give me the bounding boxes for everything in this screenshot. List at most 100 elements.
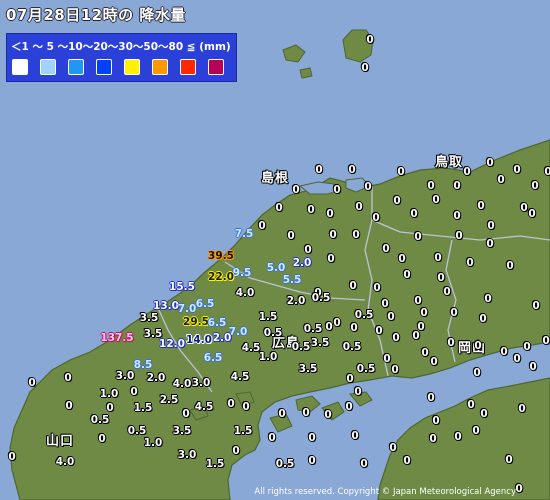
rainfall-value: 1.0 [258, 350, 278, 363]
legend-swatch [40, 59, 56, 75]
rainfall-value: 0 [544, 165, 550, 178]
rainfall-value: 6.5 [203, 351, 223, 364]
rainfall-value: 0.5 [275, 457, 295, 470]
legend-swatch [208, 59, 224, 75]
rainfall-value: 0 [345, 400, 353, 413]
rainfall-value: 0 [349, 279, 357, 292]
rainfall-value: 0 [324, 408, 332, 421]
rainfall-value: 3.5 [139, 311, 159, 324]
rainfall-value: 0 [480, 407, 488, 420]
rainfall-value: 0 [351, 429, 359, 442]
rainfall-value: 0 [372, 211, 380, 224]
rainfall-value: 0 [427, 179, 435, 192]
rainfall-value: 0 [308, 431, 316, 444]
rainfall-value: 0 [304, 243, 312, 256]
rainfall-value: 0 [232, 444, 240, 457]
rainfall-value: 15.5 [169, 280, 195, 293]
rainfall-value: 0 [381, 297, 389, 310]
rainfall-value: 0 [454, 430, 462, 443]
rainfall-value: 2.0 [286, 294, 306, 307]
rainfall-value: 0 [397, 165, 405, 178]
rainfall-value: 0 [477, 199, 485, 212]
rainfall-value: 0 [520, 201, 528, 214]
rainfall-value: 29.5 [183, 315, 209, 328]
rainfall-value: 0 [315, 163, 323, 176]
rainfall-value: 0 [472, 424, 480, 437]
rainfall-value: 1.5 [133, 401, 153, 414]
rainfall-value: 0 [523, 340, 531, 353]
rainfall-value: 0 [450, 306, 458, 319]
rainfall-value: 0 [387, 310, 395, 323]
rainfall-value: 0 [327, 252, 335, 265]
rainfall-value: 3.5 [298, 362, 318, 375]
rainfall-value: 0 [484, 292, 492, 305]
rainfall-value: 0 [479, 312, 487, 325]
rainfall-value: 0 [398, 252, 406, 265]
rainfall-value: 0 [360, 457, 368, 470]
rainfall-value: 0 [487, 219, 495, 232]
rainfall-value: 0 [28, 376, 36, 389]
rainfall-value: 7.5 [234, 227, 254, 240]
rainfall-value: 7.0 [177, 302, 197, 315]
precipitation-legend: ＜1 ～ 5 ～10～20～30～50～80 ≦ (mm) [6, 33, 237, 82]
rainfall-value: 0 [531, 179, 539, 192]
rainfall-value: 2.0 [212, 331, 232, 344]
legend-scale-label: ＜1 ～ 5 ～10～20～30～50～80 ≦ (mm) [11, 41, 231, 53]
rainfall-value: 0 [453, 209, 461, 222]
rainfall-value: 0 [64, 371, 72, 384]
rainfall-value: 0 [466, 256, 474, 269]
rainfall-value: 3.0 [177, 448, 197, 461]
rainfall-value: 0 [361, 61, 369, 74]
rainfall-value: 0 [326, 207, 334, 220]
rainfall-value: 0 [474, 339, 482, 352]
rainfall-value: 5.5 [282, 273, 302, 286]
rainfall-value: 22.0 [208, 270, 234, 283]
rainfall-value: 0.5 [90, 413, 110, 426]
rainfall-value: 0 [348, 163, 356, 176]
rainfall-value: 0 [420, 306, 428, 319]
rainfall-value: 0 [373, 281, 381, 294]
rainfall-value: 0 [486, 237, 494, 250]
rainfall-value: 14.0 [186, 333, 212, 346]
place-label-tottori: 鳥取 [435, 155, 464, 170]
rainfall-value: 5.0 [266, 261, 286, 274]
rainfall-value: 0 [430, 355, 438, 368]
rainfall-value: 0 [412, 329, 420, 342]
rainfall-value: 1.5 [258, 310, 278, 323]
rainfall-value: 0 [287, 229, 295, 242]
rainfall-value: 0 [414, 294, 422, 307]
rainfall-value: 0 [333, 183, 341, 196]
rainfall-value: 0 [518, 402, 526, 415]
rainfall-value: 0 [292, 183, 300, 196]
rainfall-value: 0 [307, 203, 315, 216]
rainfall-value: 3.5 [310, 336, 330, 349]
rainfall-value: 0 [329, 228, 337, 241]
rainfall-value: 4.0 [172, 377, 192, 390]
rainfall-value: 0.5 [263, 326, 283, 339]
oki-island-small-2 [299, 67, 313, 79]
rainfall-value: 1.0 [99, 387, 119, 400]
rainfall-value: 0 [65, 399, 73, 412]
rainfall-value: 0 [98, 432, 106, 445]
rainfall-value: 4.5 [241, 341, 261, 354]
rainfall-value: 0 [421, 346, 429, 359]
rainfall-value: 0 [513, 163, 521, 176]
rainfall-value: 0 [467, 398, 475, 411]
rainfall-value: 0 [268, 431, 276, 444]
rainfall-value: 0 [473, 366, 481, 379]
legend-swatch [180, 59, 196, 75]
rainfall-value: 0 [443, 285, 451, 298]
rainfall-value: 0 [414, 230, 422, 243]
rainfall-value: 0 [352, 228, 360, 241]
rainfall-value: 0 [432, 193, 440, 206]
legend-swatch [96, 59, 112, 75]
rainfall-value: 0 [350, 321, 358, 334]
legend-swatch [12, 59, 28, 75]
rainfall-value: 0 [392, 331, 400, 344]
rainfall-value: 0.5 [342, 340, 362, 353]
rainfall-value: 6.5 [207, 316, 227, 329]
rainfall-value: 0 [242, 400, 250, 413]
rainfall-value: 0 [542, 334, 550, 347]
rainfall-value: 0.5 [303, 322, 323, 335]
rainfall-value: 0 [453, 179, 461, 192]
